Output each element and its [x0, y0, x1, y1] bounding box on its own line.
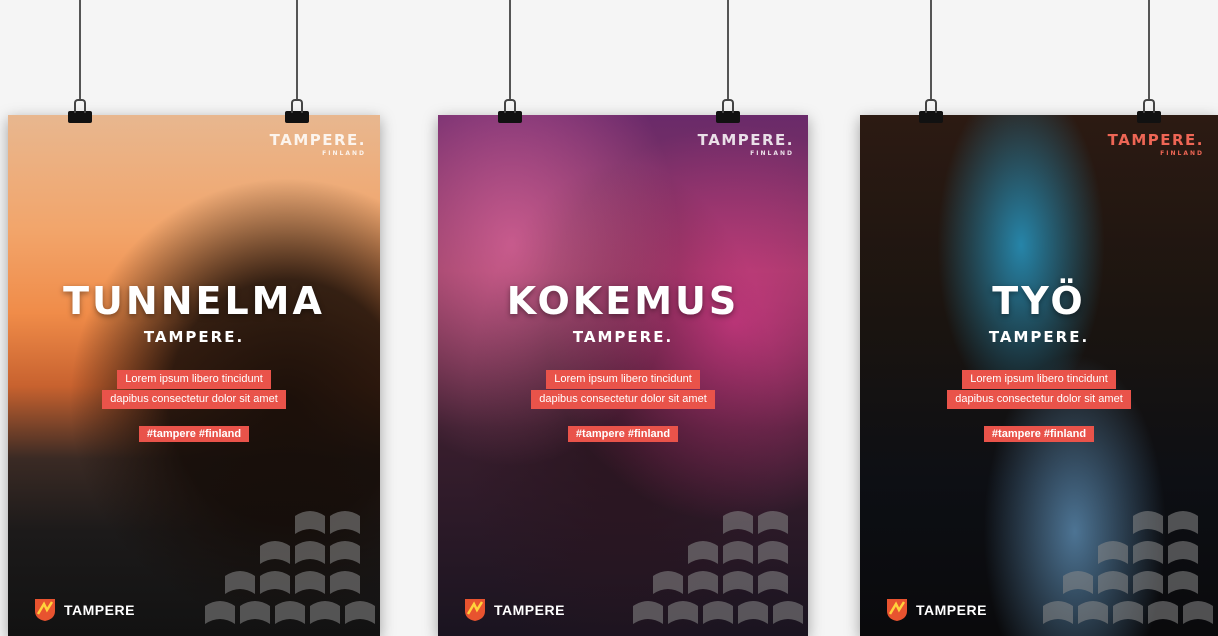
brand-wordmark-subtext: FINLAND [750, 150, 794, 157]
hanging-wire [930, 0, 932, 100]
body-line-1: Lorem ipsum libero tincidunt [546, 370, 700, 389]
coat-of-arms-icon [887, 599, 907, 621]
binder-clip [285, 99, 309, 123]
logo-text: TAMPERE [494, 602, 565, 618]
brand-wordmark-subtext: FINLAND [322, 150, 366, 157]
poster-headline: TYÖ [992, 279, 1086, 323]
body-line-2: dapibus consectetur dolor sit amet [102, 390, 286, 409]
brand-wordmark-subtext: FINLAND [1160, 150, 1204, 157]
brand-wordmark-text: TAMPERE. [697, 131, 794, 149]
poster-subline: TAMPERE. [572, 328, 674, 346]
hashtag-badge: #tampere #finland [438, 426, 808, 442]
wave-pattern-graphic [633, 511, 803, 624]
hanging-wire [296, 0, 298, 100]
poster-subline: TAMPERE. [143, 328, 245, 346]
poster-tunnelma: TAMPERE. FINLAND TUNNELMA TAMPERE. Lorem… [8, 115, 380, 636]
tampere-logo: TAMPERE [34, 598, 135, 622]
body-line-1: Lorem ipsum libero tincidunt [117, 370, 271, 389]
hashtag-text: #tampere #finland [567, 426, 679, 442]
binder-clip [1137, 99, 1161, 123]
wave-pattern-graphic [205, 511, 375, 624]
poster-headline: KOKEMUS [506, 279, 740, 323]
body-line-2: dapibus consectetur dolor sit amet [531, 390, 715, 409]
hashtag-text: #tampere #finland [983, 426, 1095, 442]
coat-of-arms-icon [465, 599, 485, 621]
body-line-2: dapibus consectetur dolor sit amet [947, 390, 1131, 409]
hashtag-badge: #tampere #finland [8, 426, 380, 442]
tampere-logo: TAMPERE [886, 598, 987, 622]
brand-wordmark-text: TAMPERE. [1107, 131, 1204, 149]
binder-clip [498, 99, 522, 123]
body-line-1: Lorem ipsum libero tincidunt [962, 370, 1116, 389]
logo-text: TAMPERE [916, 602, 987, 618]
hanging-wire [79, 0, 81, 100]
poster-subline: TAMPERE. [988, 328, 1090, 346]
poster-kokemus: TAMPERE. FINLAND KOKEMUS TAMPERE. Lorem … [438, 115, 808, 636]
brand-wordmark: TAMPERE. FINLAND [698, 131, 794, 157]
wave-pattern-graphic [1043, 511, 1213, 624]
logo-text: TAMPERE [64, 602, 135, 618]
poster-body-text: Lorem ipsum libero tincidunt dapibus con… [438, 370, 808, 410]
tampere-logo: TAMPERE [464, 598, 565, 622]
poster-headline: TUNNELMA [63, 279, 325, 323]
hanging-wire [727, 0, 729, 100]
binder-clip [68, 99, 92, 123]
binder-clip [716, 99, 740, 123]
hashtag-text: #tampere #finland [138, 426, 250, 442]
poster-body-text: Lorem ipsum libero tincidunt dapibus con… [8, 370, 380, 410]
coat-of-arms-icon [35, 599, 55, 621]
brand-wordmark: TAMPERE. FINLAND [1108, 131, 1204, 157]
brand-wordmark: TAMPERE. FINLAND [270, 131, 366, 157]
hanging-wire [509, 0, 511, 100]
hashtag-badge: #tampere #finland [860, 426, 1218, 442]
binder-clip [919, 99, 943, 123]
poster-tyo: TAMPERE. FINLAND TYÖ TAMPERE. Lorem ipsu… [860, 115, 1218, 636]
hanging-wire [1148, 0, 1150, 100]
brand-wordmark-text: TAMPERE. [269, 131, 366, 149]
poster-body-text: Lorem ipsum libero tincidunt dapibus con… [860, 370, 1218, 410]
